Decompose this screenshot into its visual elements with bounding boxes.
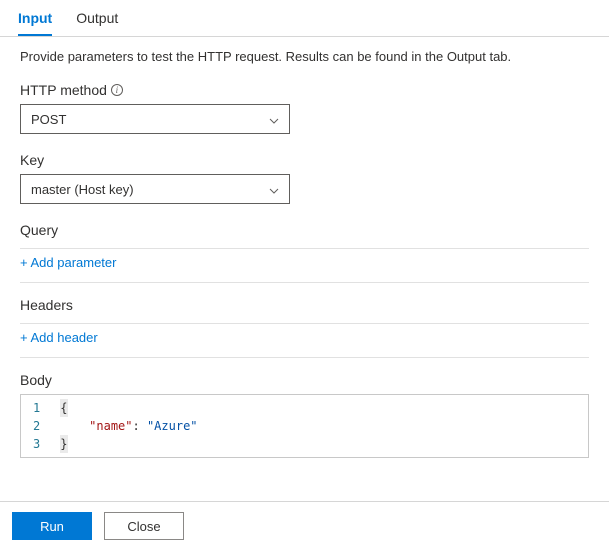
editor-code[interactable]: { "name": "Azure" } — [54, 395, 588, 457]
query-label: Query — [20, 222, 589, 244]
line-number: 2 — [33, 417, 40, 435]
line-number: 1 — [33, 399, 40, 417]
key-select[interactable]: master (Host key) — [20, 174, 290, 204]
key-field: Key master (Host key) — [20, 152, 589, 204]
description-text: Provide parameters to test the HTTP requ… — [20, 49, 589, 64]
info-icon[interactable]: i — [111, 84, 123, 96]
code-value: "Azure" — [147, 419, 198, 433]
http-method-label: HTTP method — [20, 82, 107, 98]
editor-gutter: 1 2 3 — [21, 395, 54, 457]
query-section: Query + Add parameter — [20, 222, 589, 283]
key-label: Key — [20, 152, 44, 168]
chevron-down-icon — [269, 114, 279, 124]
line-number: 3 — [33, 435, 40, 453]
headers-label: Headers — [20, 297, 589, 319]
headers-section: Headers + Add header — [20, 297, 589, 358]
http-method-value: POST — [31, 112, 66, 127]
body-editor[interactable]: 1 2 3 { "name": "Azure" } — [20, 394, 589, 458]
tab-bar: Input Output — [0, 0, 609, 37]
http-method-select[interactable]: POST — [20, 104, 290, 134]
close-button[interactable]: Close — [104, 512, 184, 540]
chevron-down-icon — [269, 184, 279, 194]
body-label: Body — [20, 372, 589, 394]
key-value: master (Host key) — [31, 182, 134, 197]
add-header-button[interactable]: + Add header — [20, 324, 98, 347]
code-indent — [60, 419, 89, 433]
http-method-field: HTTP method i POST — [20, 82, 589, 134]
code-colon: : — [133, 419, 147, 433]
code-brace: } — [60, 435, 68, 453]
code-brace: { — [60, 399, 68, 417]
body-section: Body 1 2 3 { "name": "Azure" } — [20, 372, 589, 458]
code-key: "name" — [89, 419, 132, 433]
tab-input[interactable]: Input — [18, 0, 52, 36]
footer-bar: Run Close — [0, 501, 609, 550]
run-button[interactable]: Run — [12, 512, 92, 540]
panel-content: Provide parameters to test the HTTP requ… — [0, 37, 609, 458]
tab-output[interactable]: Output — [76, 0, 118, 36]
add-parameter-button[interactable]: + Add parameter — [20, 249, 116, 272]
